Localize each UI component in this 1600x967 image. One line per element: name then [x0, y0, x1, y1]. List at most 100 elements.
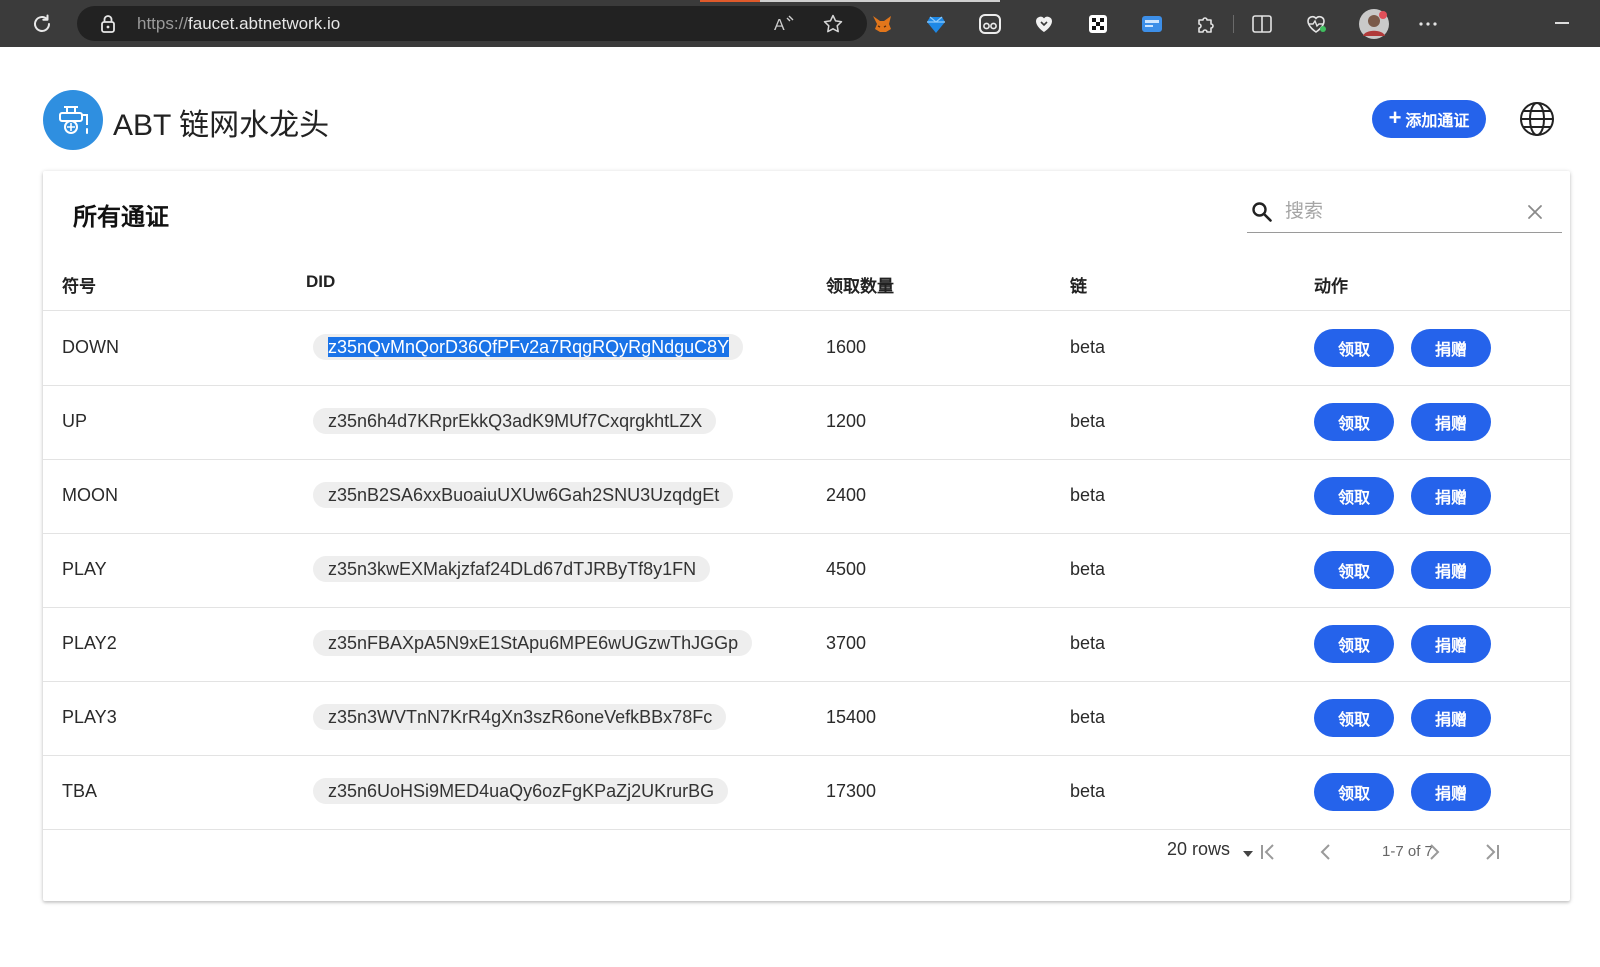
claim-button[interactable]: 领取 — [1314, 773, 1394, 811]
search-icon — [1251, 201, 1273, 223]
more-icon[interactable] — [1416, 12, 1440, 36]
claim-button[interactable]: 领取 — [1314, 699, 1394, 737]
rows-per-page-select[interactable]: 20 rows — [1167, 839, 1230, 860]
amount-cell: 1600 — [826, 337, 867, 357]
chain-cell: beta — [1070, 633, 1106, 653]
table-body: DOWN z35nQvMnQorD36QfPFv2a7RqgRQyRgNdguC… — [43, 312, 1570, 830]
split-screen-icon[interactable] — [1250, 12, 1274, 36]
did-chip[interactable]: z35nB2SA6xxBuoaiuUXUw6Gah2SNU3UzqdgEt — [313, 482, 734, 508]
symbol-cell: TBA — [62, 781, 98, 801]
donate-button[interactable]: 捐赠 — [1411, 773, 1491, 811]
card-title: 所有通证 — [73, 204, 169, 231]
lock-icon[interactable] — [99, 14, 117, 34]
donate-button[interactable]: 捐赠 — [1411, 329, 1491, 367]
heart-extension-icon[interactable] — [1032, 12, 1056, 36]
faucet-logo-icon — [43, 90, 103, 150]
chain-cell: beta — [1070, 411, 1106, 431]
claim-button[interactable]: 领取 — [1314, 329, 1394, 367]
did-chip[interactable]: z35n6UoHSi9MED4uaQy6ozFgKPaZj2UKrurBG — [313, 778, 729, 804]
symbol-cell: PLAY — [62, 559, 107, 579]
donate-button[interactable]: 捐赠 — [1411, 403, 1491, 441]
address-bar[interactable]: https://faucet.abtnetwork.io A — [77, 6, 867, 41]
table-row: PLAY3 z35n3WVTnN7KrR4gXn3szR6oneVefkBBx7… — [43, 682, 1570, 756]
chain-cell: beta — [1070, 559, 1106, 579]
add-token-button[interactable]: + 添加通证 — [1372, 100, 1486, 138]
amount-cell: 2400 — [826, 485, 867, 505]
did-chip[interactable]: z35nQvMnQorD36QfPFv2a7RqgRQyRgNdguC8Y — [313, 334, 744, 360]
globe-icon[interactable] — [1519, 101, 1555, 137]
chain-cell: beta — [1070, 707, 1106, 727]
toolbar-divider — [1233, 15, 1234, 33]
column-header-amount[interactable]: 领取数量 — [826, 272, 894, 297]
claim-button[interactable]: 领取 — [1314, 625, 1394, 663]
symbol-cell: PLAY3 — [62, 707, 117, 727]
table-header: 符号 DID 领取数量 链 动作 — [43, 264, 1570, 311]
read-aloud-icon[interactable]: A — [773, 13, 795, 35]
amount-cell: 3700 — [826, 633, 867, 653]
table-row: DOWN z35nQvMnQorD36QfPFv2a7RqgRQyRgNdguC… — [43, 312, 1570, 386]
did-text-selected: z35nQvMnQorD36QfPFv2a7RqgRQyRgNdguC8Y — [328, 337, 730, 357]
column-header-did[interactable]: DID — [306, 272, 335, 292]
health-icon[interactable] — [1304, 12, 1328, 36]
donate-button[interactable]: 捐赠 — [1411, 699, 1491, 737]
search-box[interactable] — [1247, 193, 1562, 233]
reload-icon[interactable] — [30, 12, 54, 36]
plus-icon: + — [1388, 105, 1402, 130]
tab-strip-line — [760, 0, 1000, 2]
table-row: UP z35n6h4d7KRprEkkQ3adK9MUf7CxqrgkhtLZX… — [43, 386, 1570, 460]
claim-button[interactable]: 领取 — [1314, 403, 1394, 441]
browser-toolbar: https://faucet.abtnetwork.io A — [0, 0, 1600, 47]
symbol-cell: UP — [62, 411, 88, 431]
did-chip[interactable]: z35n3kwEXMakjzfaf24DLd67dTJRByTf8y1FN — [313, 556, 711, 582]
claim-button[interactable]: 领取 — [1314, 551, 1394, 589]
symbol-cell: PLAY2 — [62, 633, 117, 653]
tokens-card: 所有通证 符号 DID 领取数量 链 动作 DOWN z35nQvMnQorD3… — [43, 171, 1570, 901]
qr-extension-icon[interactable] — [1086, 12, 1110, 36]
card-extension-icon[interactable] — [1140, 12, 1164, 36]
table-row: MOON z35nB2SA6xxBuoaiuUXUw6Gah2SNU3Uzqdg… — [43, 460, 1570, 534]
owl-extension-icon[interactable] — [978, 12, 1002, 36]
amount-cell: 4500 — [826, 559, 867, 579]
did-chip[interactable]: z35n6h4d7KRprEkkQ3adK9MUf7CxqrgkhtLZX — [313, 408, 717, 434]
profile-avatar[interactable] — [1358, 8, 1390, 40]
column-header-actions: 动作 — [1314, 277, 1348, 296]
clear-icon[interactable] — [1525, 202, 1545, 222]
donate-button[interactable]: 捐赠 — [1411, 625, 1491, 663]
page-title: ABT 链网水龙头 — [113, 109, 330, 142]
claim-button[interactable]: 领取 — [1314, 477, 1394, 515]
did-chip[interactable]: z35nFBAXpA5N9xE1StApu6MPE6wUGzwThJGGp — [313, 630, 753, 656]
first-page-icon[interactable] — [1257, 841, 1279, 863]
add-token-label: 添加通证 — [1405, 113, 1470, 130]
table-row: PLAY2 z35nFBAXpA5N9xE1StApu6MPE6wUGzwThJ… — [43, 608, 1570, 682]
next-page-icon[interactable] — [1423, 841, 1445, 863]
pagination-bar: 20 rows 1-7 of 7 — [43, 831, 1570, 901]
prev-page-icon[interactable] — [1315, 841, 1337, 863]
active-tab-indicator — [700, 0, 760, 2]
url-host: faucet.abtnetwork.io — [188, 14, 341, 33]
table-row: PLAY z35n3kwEXMakjzfaf24DLd67dTJRByTf8y1… — [43, 534, 1570, 608]
metamask-fox-icon[interactable] — [870, 12, 894, 36]
column-header-symbol[interactable]: 符号 — [62, 272, 96, 297]
url-text[interactable]: https://faucet.abtnetwork.io — [137, 14, 340, 34]
column-header-chain[interactable]: 链 — [1070, 272, 1087, 297]
dropdown-icon[interactable] — [1241, 847, 1255, 861]
donate-button[interactable]: 捐赠 — [1411, 477, 1491, 515]
amount-cell: 1200 — [826, 411, 867, 431]
search-input[interactable] — [1285, 198, 1525, 226]
favorite-star-icon[interactable] — [822, 13, 844, 35]
extensions-puzzle-icon[interactable] — [1194, 12, 1218, 36]
symbol-cell: DOWN — [62, 337, 119, 357]
svg-text:A: A — [774, 17, 785, 34]
minimize-icon[interactable] — [1555, 22, 1569, 24]
amount-cell: 17300 — [826, 781, 877, 801]
chain-cell: beta — [1070, 337, 1106, 357]
url-scheme: https:// — [137, 14, 189, 33]
chain-cell: beta — [1070, 485, 1106, 505]
amount-cell: 15400 — [826, 707, 877, 727]
symbol-cell: MOON — [62, 485, 118, 505]
chain-cell: beta — [1070, 781, 1106, 801]
did-chip[interactable]: z35n3WVTnN7KrR4gXn3szR6oneVefkBBx78Fc — [313, 704, 727, 730]
last-page-icon[interactable] — [1481, 841, 1503, 863]
gem-extension-icon[interactable] — [924, 12, 948, 36]
donate-button[interactable]: 捐赠 — [1411, 551, 1491, 589]
